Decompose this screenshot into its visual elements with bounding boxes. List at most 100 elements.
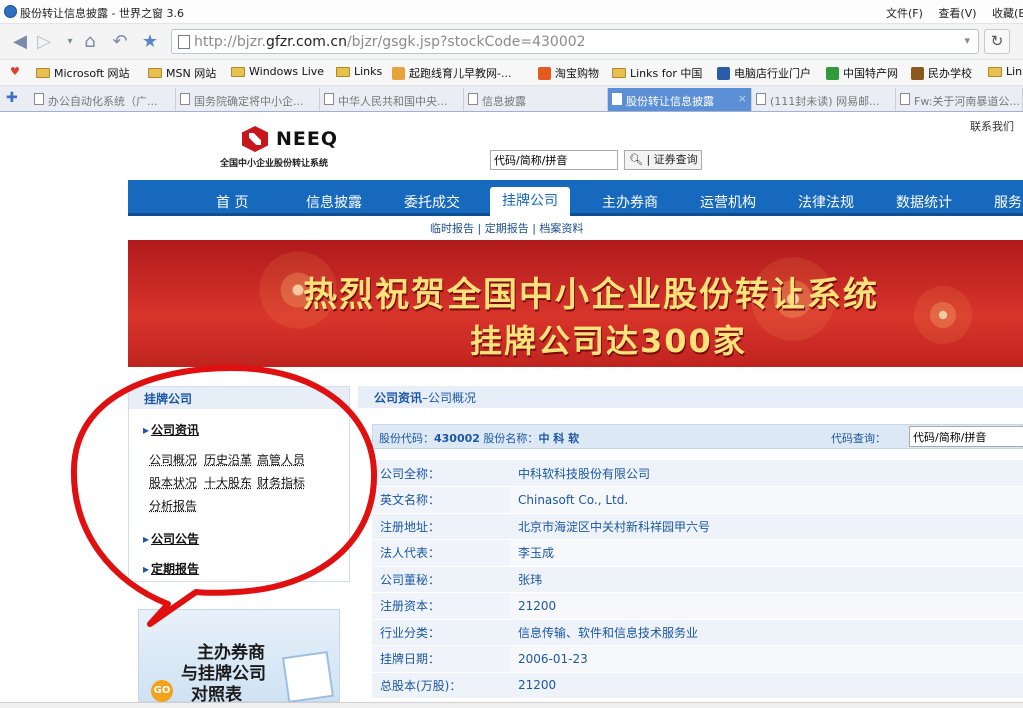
nav-disclosure[interactable]: 信息披露 [306, 192, 362, 212]
info-row: 挂牌日期： 2006-01-23 [372, 645, 1023, 673]
company-overview-panel: 公司资讯–公司概况 股份代码：430002 股份名称：中 科 软 代码查询： 公… [358, 386, 1023, 702]
page-icon [900, 93, 910, 105]
panel-header: 公司资讯–公司概况 [358, 386, 1023, 408]
nav-brokers[interactable]: 主办券商 [602, 192, 658, 212]
logo-subtitle: 全国中小企业股份转让系统 [220, 159, 329, 169]
nav-listed-companies[interactable]: 挂牌公司 [490, 187, 570, 216]
sidebar-link-capital[interactable]: 股本状况 [149, 474, 197, 491]
menu-bar: 文件(F) 查看(V) 收藏(B [886, 5, 1023, 21]
home-icon[interactable]: ⌂ [78, 29, 102, 53]
site-icon [538, 66, 551, 80]
folder-icon [988, 66, 1002, 77]
stock-search-button[interactable]: 🔍︎ | 证券查询 [624, 150, 702, 170]
browser-tab[interactable]: 国务院确定将中小企... [176, 88, 320, 111]
browser-tab[interactable]: 信息披露 [464, 88, 608, 111]
page-icon [178, 35, 190, 49]
page-icon [180, 93, 190, 105]
site-logo[interactable]: NEEQ 全国中小企业股份转让系统 [220, 126, 370, 172]
favorites-heart-icon[interactable]: ♥ [10, 65, 20, 78]
sidebar-section-company-info[interactable]: 公司资讯 [143, 421, 199, 438]
info-label: 法人代表： [372, 539, 510, 567]
favorite-item[interactable]: MSN 网站 [148, 65, 216, 81]
back-arrow-icon[interactable]: ◀ [8, 29, 32, 53]
info-value: 21200 [510, 592, 1023, 620]
nav-trading[interactable]: 委托成交 [404, 192, 460, 212]
address-url[interactable]: http://bjzr.gfzr.com.cn/bjzr/gsgk.jsp?st… [194, 34, 586, 50]
favorite-star-icon[interactable]: ★ [138, 29, 162, 53]
banner-headline: 热烈祝贺全国中小企业股份转让系统 [303, 275, 879, 315]
menu-favorites[interactable]: 收藏(B [992, 7, 1023, 20]
browser-tab[interactable]: Fw:关于河南暴道公... [896, 88, 1023, 111]
info-label: 行业分类： [372, 619, 510, 646]
info-row: 法人代表： 李玉成 [372, 539, 1023, 567]
page-icon [34, 93, 44, 105]
sidebar-link-analysis[interactable]: 分析报告 [149, 497, 197, 514]
sidebar-link-executives[interactable]: 高管人员 [257, 451, 305, 468]
page-icon [612, 93, 622, 105]
menu-view[interactable]: 查看(V) [938, 7, 976, 20]
info-label: 注册地址： [372, 513, 510, 540]
folder-icon [336, 66, 350, 77]
sidebar-section-periodic-reports[interactable]: 定期报告 [143, 560, 199, 577]
tab-bar: ✚ 办公自动化系统（广... 国务院确定将中小企... 中华人民共和国中央...… [0, 86, 1023, 112]
site-icon [826, 66, 839, 80]
undo-close-icon[interactable]: ↶ [108, 29, 132, 53]
info-label: 挂牌日期： [372, 645, 510, 673]
status-bar [0, 702, 1023, 708]
code-query-label: 代码查询： [831, 432, 886, 445]
favorite-item[interactable]: Microsoft 网站 [36, 65, 130, 81]
close-tab-icon[interactable]: × [738, 92, 747, 105]
folder-icon [148, 68, 162, 78]
company-info-table: 公司全称： 中科软科技股份有限公司 英文名称： Chinasoft Co., Ltd.… [372, 460, 1023, 699]
broker-comparison-promo[interactable]: 主办券商 与挂牌公司 对照表 GO [138, 609, 340, 702]
banner-subline: 挂牌公司达300家 [470, 322, 747, 360]
main-nav: 首 页 信息披露 委托成交 挂牌公司 主办券商 运营机构 法律法规 数据统计 服… [128, 180, 1023, 216]
favorite-item[interactable]: 中国特产网 [826, 65, 898, 81]
favorite-item[interactable]: Links [336, 65, 382, 78]
browser-tab[interactable]: 办公自动化系统（广... [30, 88, 176, 111]
neeq-emblem-icon [242, 126, 268, 152]
refresh-icon[interactable]: ↻ [984, 29, 1010, 54]
nav-laws[interactable]: 法律法规 [798, 192, 854, 212]
favorite-item[interactable]: 起跑线育儿早教网-... [392, 65, 511, 81]
favorite-item[interactable]: Windows Live [231, 65, 324, 78]
sidebar-link-top-shareholders[interactable]: 十大股东 [204, 474, 252, 491]
browser-tab[interactable]: 中华人民共和国中央... [320, 88, 464, 111]
favorite-item[interactable]: 民办学校 [911, 65, 972, 81]
folder-icon [231, 66, 245, 77]
browser-tab[interactable]: (111封未读) 网易邮... [752, 88, 896, 111]
nav-statistics[interactable]: 数据统计 [896, 192, 952, 212]
info-value: 李玉成 [510, 539, 1023, 567]
info-row: 注册资本： 21200 [372, 592, 1023, 620]
sidebar-link-financials[interactable]: 财务指标 [257, 474, 305, 491]
promo-line: 对照表 [191, 685, 242, 702]
info-row: 总股本(万股)： 21200 [372, 672, 1023, 699]
stock-search-input[interactable] [490, 150, 618, 170]
sidebar-link-history[interactable]: 历史沿革 [204, 451, 252, 468]
info-label: 公司董秘： [372, 566, 510, 593]
sub-nav-links[interactable]: 临时报告 | 定期报告 | 档案资料 [430, 220, 583, 236]
favorite-item[interactable]: 电脑店行业门户 [717, 65, 811, 81]
favorite-item[interactable]: Links for 中国 [612, 65, 702, 81]
browser-tab-active[interactable]: 股份转让信息披露 × [608, 88, 752, 111]
menu-file[interactable]: 文件(F) [886, 7, 923, 20]
info-row: 公司董秘： 张玮 [372, 566, 1023, 593]
nav-services[interactable]: 服务 [994, 192, 1022, 212]
sidebar-section-announcements[interactable]: 公司公告 [143, 530, 199, 547]
info-value: 21200 [510, 672, 1023, 699]
address-bar[interactable]: http://bjzr.gfzr.com.cn/bjzr/gsgk.jsp?st… [171, 29, 979, 54]
forward-arrow-icon[interactable]: ▷ [32, 29, 56, 53]
spreadsheet-icon [282, 651, 334, 702]
search-icon: 🔍︎ [629, 153, 643, 166]
page-icon [756, 93, 766, 105]
stock-identity: 股份代码：430002 股份名称：中 科 软 [379, 432, 580, 445]
favorite-item[interactable]: 淘宝购物 [538, 65, 599, 81]
nav-home[interactable]: 首 页 [216, 192, 248, 212]
contact-link[interactable]: 联系我们 [970, 118, 1014, 134]
nav-operators[interactable]: 运营机构 [700, 192, 756, 212]
new-tab-plus-icon[interactable]: ✚ [6, 90, 18, 106]
address-dropdown-icon[interactable]: ▾ [964, 34, 970, 47]
code-query-input[interactable] [909, 426, 1023, 447]
favorite-item[interactable]: Lin [988, 65, 1022, 78]
sidebar-link-overview[interactable]: 公司概况 [149, 451, 197, 468]
